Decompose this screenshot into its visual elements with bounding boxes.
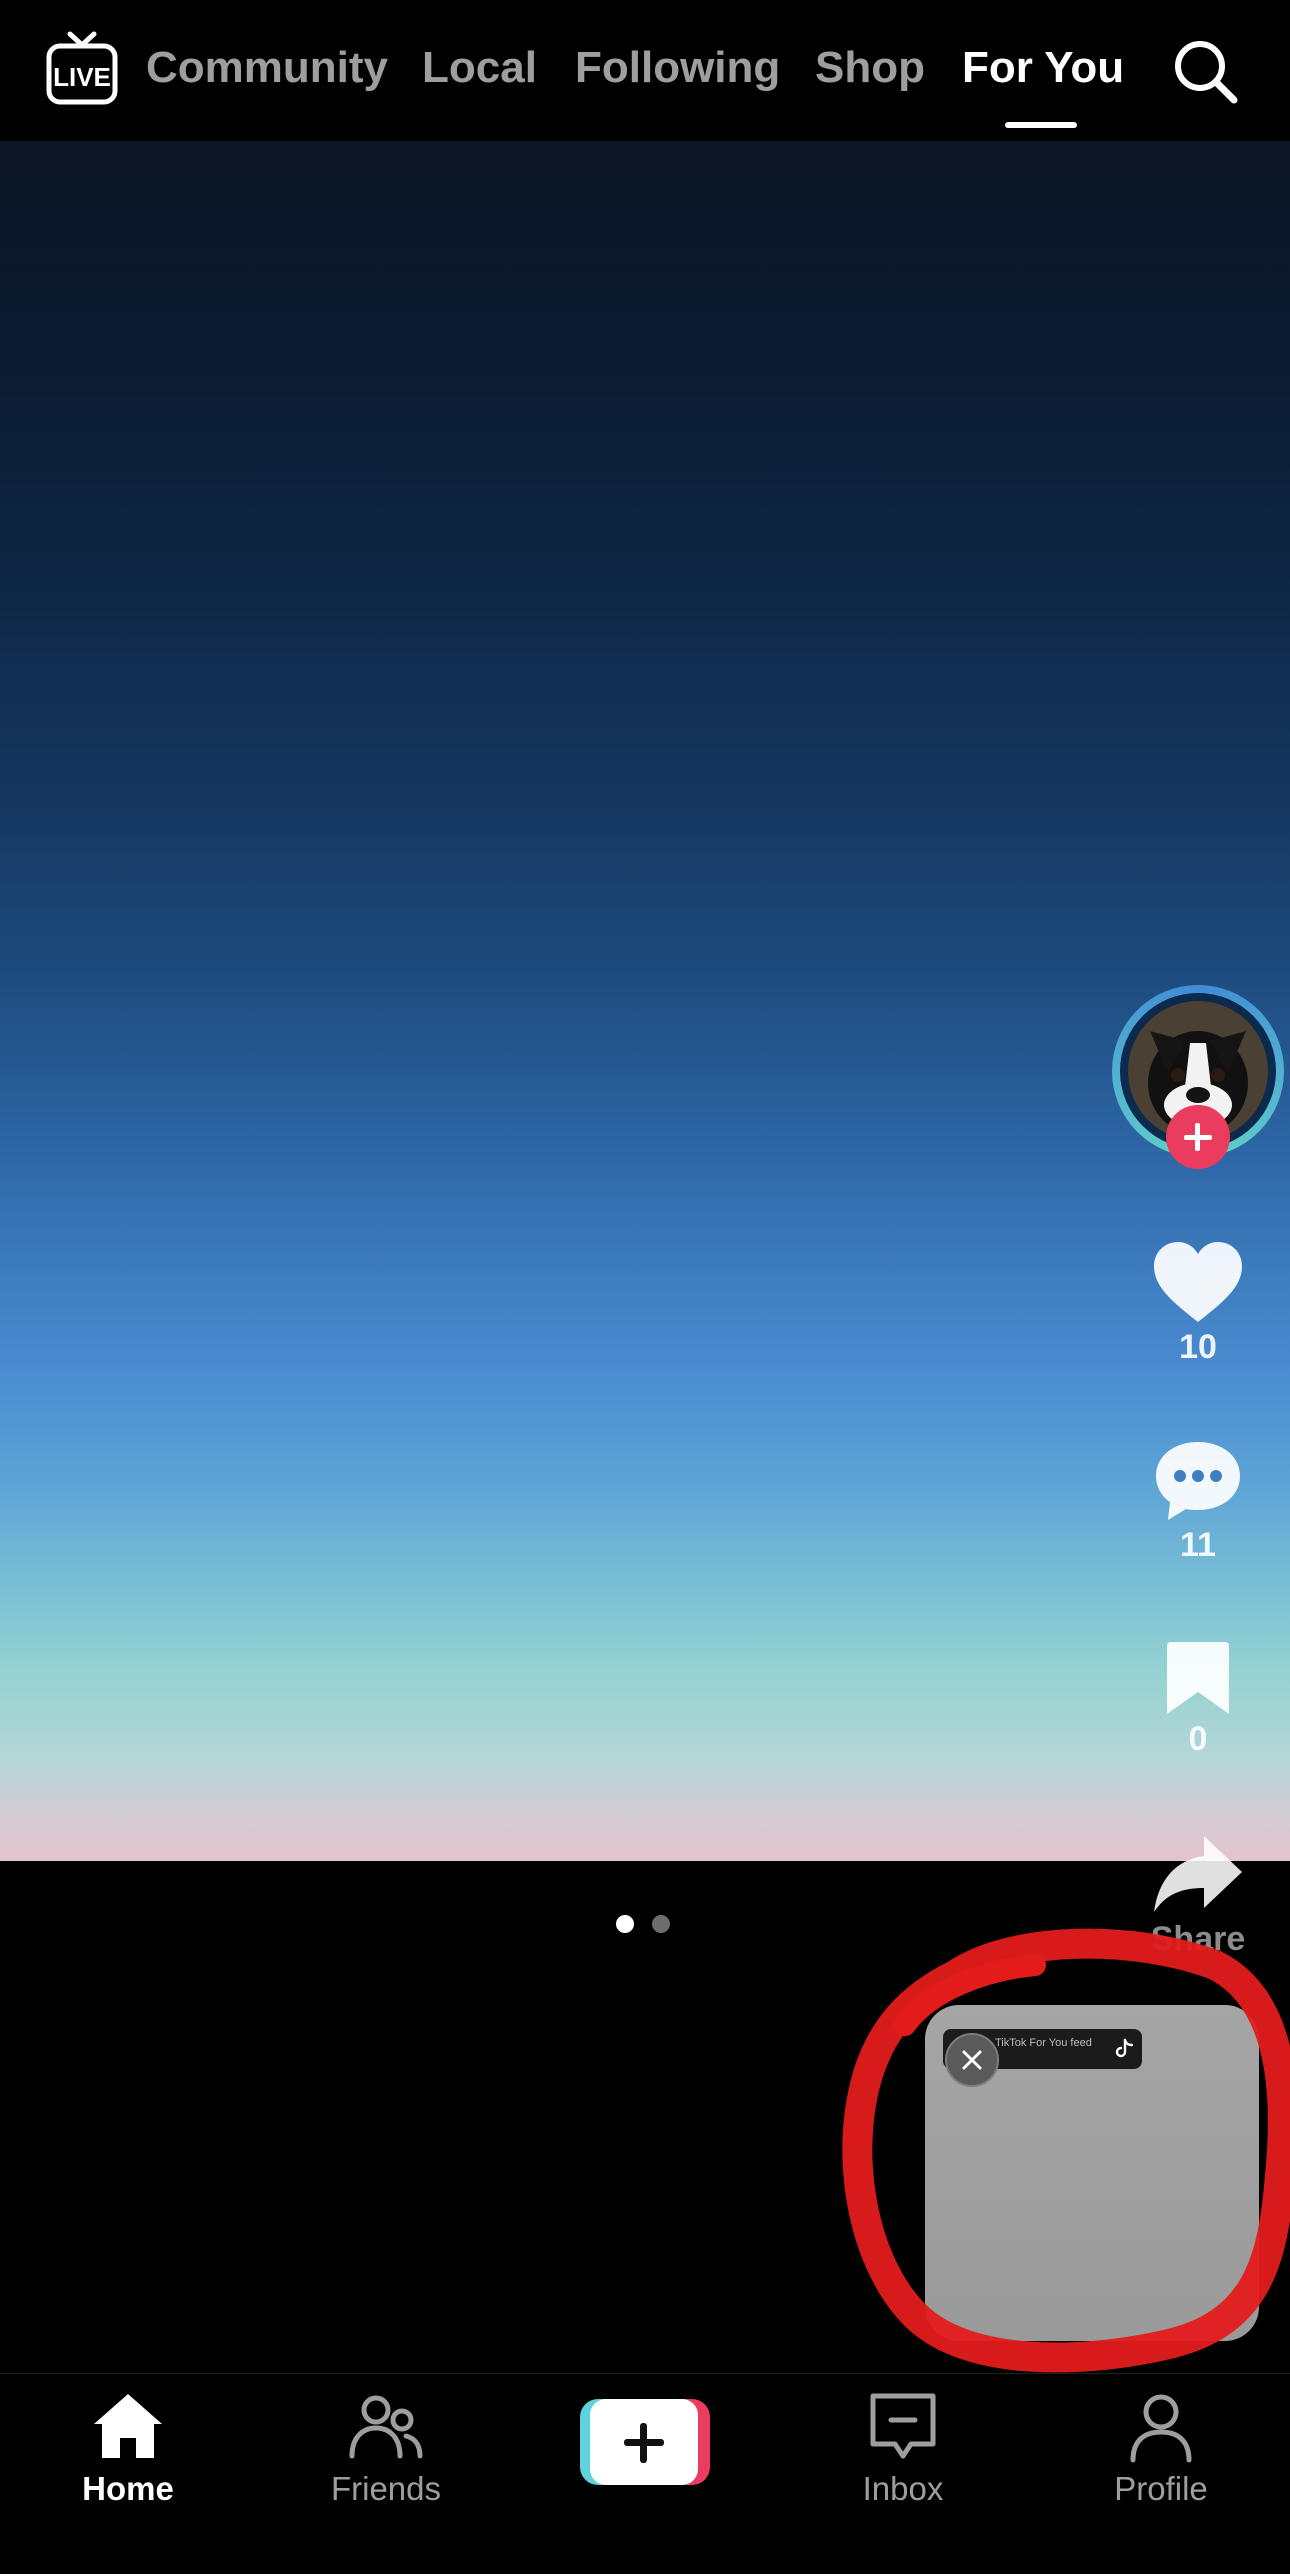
save-count: 0: [1188, 1720, 1208, 1758]
nav-home-label: Home: [82, 2470, 174, 2507]
home-icon: [94, 2394, 162, 2458]
active-tab-indicator: [1005, 122, 1077, 128]
picture-in-picture-window[interactable]: TikTok For You feed: [925, 2005, 1259, 2341]
comment-count: 11: [1180, 1526, 1216, 1564]
tab-following[interactable]: Following: [575, 36, 780, 100]
inbox-icon: [870, 2393, 936, 2459]
tab-community[interactable]: Community: [146, 36, 388, 100]
nav-friends[interactable]: Friends: [301, 2388, 471, 2538]
comment-bubble-icon: [1156, 1442, 1240, 1520]
video-player[interactable]: [0, 141, 1290, 1861]
save-button[interactable]: 0: [1138, 1640, 1258, 1759]
share-label: Share: [1150, 1920, 1246, 1958]
page-dot-active: [616, 1915, 634, 1933]
pip-caption: TikTok For You feed: [995, 2037, 1092, 2049]
create-button[interactable]: [580, 2399, 710, 2485]
create-plus-icon: [590, 2399, 698, 2485]
friends-icon: [349, 2395, 423, 2459]
nav-inbox[interactable]: Inbox: [818, 2388, 988, 2538]
bookmark-icon: [1167, 1642, 1229, 1714]
live-tv-icon[interactable]: LIVE: [46, 30, 118, 106]
feed-tabs: Community Local Following Shop For You: [140, 0, 1140, 141]
page-indicator: [616, 1915, 676, 1935]
nav-profile[interactable]: Profile: [1076, 2388, 1246, 2538]
tab-shop[interactable]: Shop: [815, 36, 925, 100]
like-count: 10: [1179, 1328, 1217, 1366]
page-dot: [652, 1915, 670, 1933]
search-icon[interactable]: [1170, 36, 1240, 106]
heart-icon: [1154, 1242, 1242, 1322]
follow-plus-button[interactable]: [1166, 1105, 1230, 1169]
share-button[interactable]: Share: [1138, 1832, 1258, 1959]
top-navigation-bar: LIVE Community Local Following Shop For …: [0, 0, 1290, 141]
bottom-navigation-bar: Home Friends Inbox Profile: [0, 2373, 1290, 2574]
share-arrow-icon: [1154, 1836, 1242, 1912]
profile-icon: [1130, 2394, 1192, 2463]
comment-button[interactable]: 11: [1138, 1438, 1258, 1565]
like-button[interactable]: 10: [1138, 1240, 1258, 1367]
nav-friends-label: Friends: [330, 2470, 442, 2507]
tab-local[interactable]: Local: [422, 36, 537, 100]
tiktok-logo-icon: [1115, 2038, 1134, 2058]
pip-close-button[interactable]: [945, 2033, 999, 2087]
nav-inbox-label: Inbox: [862, 2470, 944, 2507]
tab-for-you[interactable]: For You: [962, 36, 1124, 100]
nav-profile-label: Profile: [1114, 2470, 1208, 2507]
nav-home[interactable]: Home: [43, 2388, 213, 2538]
close-icon: [962, 2050, 982, 2070]
svg-text:LIVE: LIVE: [53, 62, 111, 92]
